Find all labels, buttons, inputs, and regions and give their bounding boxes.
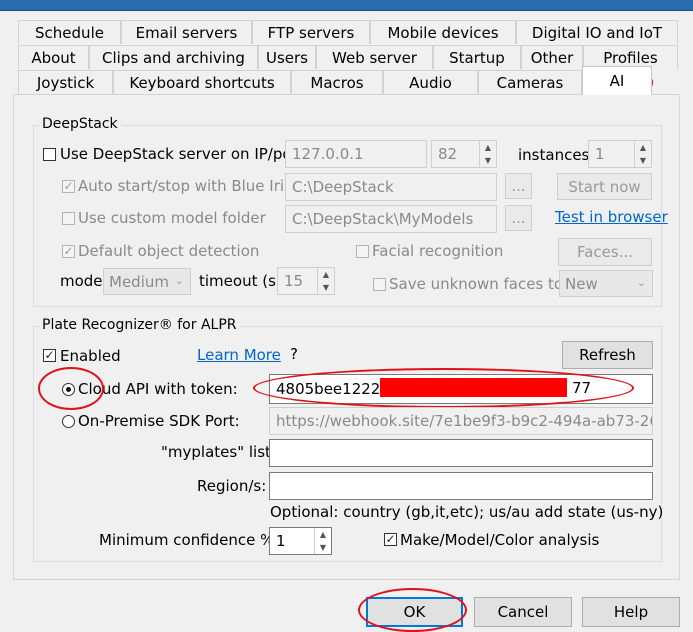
redaction-bar — [380, 378, 567, 397]
save-unknown-value: New — [565, 274, 598, 293]
browse-path-button[interactable]: ... — [505, 173, 532, 199]
enabled-label: Enabled — [60, 347, 121, 365]
tab-web-server[interactable]: Web server — [316, 45, 433, 69]
mode-label: mode — [60, 272, 103, 290]
deepstack-path-input[interactable]: C:\DeepStack — [285, 173, 497, 201]
refresh-button[interactable]: Refresh — [562, 341, 653, 369]
custom-model-checkbox[interactable] — [62, 212, 75, 225]
radio-selected-dot — [66, 387, 71, 392]
on-premise-label: On-Premise SDK Port: — [78, 412, 240, 430]
auto-start-label: Auto start/stop with Blue Iris: — [78, 177, 297, 195]
min-confidence-label: Minimum confidence %: — [99, 531, 280, 549]
deepstack-port-input[interactable]: 82 ▲ ▼ — [431, 140, 497, 168]
deepstack-legend: DeepStack — [39, 116, 121, 132]
tab-mobile-devices[interactable]: Mobile devices — [370, 20, 516, 44]
make-model-color-checkbox[interactable]: ✓ — [384, 533, 397, 546]
default-detection-label: Default object detection — [78, 242, 260, 260]
instances-value: 1 — [595, 145, 605, 163]
tab-other[interactable]: Other — [521, 45, 583, 69]
timeout-input[interactable]: 15 ▲ ▼ — [277, 267, 335, 295]
start-now-button[interactable]: Start now — [557, 173, 652, 200]
save-unknown-checkbox[interactable] — [373, 278, 386, 291]
tab-macros[interactable]: Macros — [291, 70, 383, 94]
spin-up-icon[interactable]: ▲ — [635, 141, 651, 154]
save-unknown-label: Save unknown faces to — [389, 275, 564, 293]
tab-about[interactable]: About — [18, 45, 89, 69]
help-button[interactable]: Help — [582, 597, 680, 627]
test-in-browser-link[interactable]: Test in browser — [555, 208, 668, 226]
spin-up-icon[interactable]: ▲ — [318, 268, 334, 281]
tab-joystick[interactable]: Joystick — [18, 70, 113, 94]
custom-model-label: Use custom model folder — [78, 209, 266, 227]
region-input[interactable] — [269, 472, 653, 500]
myplates-label: "myplates" list: — [161, 443, 276, 461]
faces-button[interactable]: Faces... — [558, 238, 652, 266]
deepstack-ip-input[interactable]: 127.0.0.1 — [285, 140, 427, 168]
spin-down-icon[interactable]: ▼ — [318, 281, 334, 294]
tab-email-servers[interactable]: Email servers — [121, 20, 252, 44]
chevron-down-icon: ⌄ — [636, 276, 646, 289]
ok-button[interactable]: OK — [366, 597, 463, 627]
mode-value: Medium — [109, 272, 169, 291]
use-deepstack-label: Use DeepStack server on IP/port: — [60, 145, 309, 163]
on-premise-radio[interactable] — [62, 415, 75, 428]
timeout-spinner[interactable]: ▲ ▼ — [317, 268, 334, 294]
spin-down-icon[interactable]: ▼ — [480, 154, 496, 167]
cancel-button[interactable]: Cancel — [474, 597, 572, 627]
title-bar — [0, 0, 693, 11]
tab-schedule[interactable]: Schedule — [18, 20, 121, 44]
plate-recognizer-legend: Plate Recognizer® for ALPR — [39, 317, 240, 333]
auto-start-checkbox[interactable]: ✓ — [62, 180, 75, 193]
min-confidence-input[interactable]: 1 ▲ ▼ — [269, 527, 332, 555]
tab-ftp-servers[interactable]: FTP servers — [252, 20, 370, 44]
timeout-label: timeout (s) — [199, 272, 282, 290]
tab-digital-io-iot[interactable]: Digital IO and IoT — [516, 20, 678, 44]
mode-select[interactable]: Medium ⌄ — [103, 268, 191, 295]
facial-recognition-checkbox[interactable] — [356, 245, 369, 258]
browse-model-button[interactable]: ... — [505, 205, 532, 231]
region-label: Region/s: — [197, 477, 267, 495]
help-question-mark[interactable]: ? — [290, 345, 298, 363]
learn-more-link[interactable]: Learn More — [197, 346, 281, 364]
tab-users[interactable]: Users — [258, 45, 316, 69]
tab-ai[interactable]: AI — [582, 66, 652, 95]
tab-keyboard-shortcuts[interactable]: Keyboard shortcuts — [113, 70, 291, 94]
save-unknown-select[interactable]: New ⌄ — [559, 270, 653, 297]
token-end: 77 — [572, 379, 592, 397]
chevron-down-icon: ⌄ — [174, 274, 184, 287]
min-confidence-spinner[interactable]: ▲ ▼ — [314, 528, 331, 554]
default-detection-checkbox[interactable]: ✓ — [62, 245, 75, 258]
port-spinner[interactable]: ▲ ▼ — [479, 141, 496, 167]
model-path-input[interactable]: C:\DeepStack\MyModels — [285, 205, 497, 233]
port-value: 82 — [438, 145, 458, 163]
spin-up-icon[interactable]: ▲ — [480, 141, 496, 154]
instances-label: instances: — [518, 146, 595, 164]
tab-audio[interactable]: Audio — [383, 70, 478, 94]
instances-spinner[interactable]: ▲ ▼ — [634, 141, 651, 167]
cloud-api-radio[interactable] — [62, 383, 75, 396]
cloud-api-label: Cloud API with token: — [78, 380, 238, 398]
tab-clips-archiving[interactable]: Clips and archiving — [89, 45, 258, 69]
tab-cameras[interactable]: Cameras — [478, 70, 582, 94]
spin-down-icon[interactable]: ▼ — [635, 154, 651, 167]
enabled-checkbox[interactable]: ✓ — [43, 349, 56, 362]
tab-startup[interactable]: Startup — [433, 45, 521, 69]
facial-recognition-label: Facial recognition — [372, 242, 504, 260]
spin-up-icon[interactable]: ▲ — [315, 528, 331, 541]
instances-input[interactable]: 1 ▲ ▼ — [588, 140, 652, 168]
spin-down-icon[interactable]: ▼ — [315, 541, 331, 554]
timeout-value: 15 — [284, 272, 304, 290]
make-model-color-label: Make/Model/Color analysis — [400, 531, 600, 549]
myplates-input[interactable] — [269, 439, 653, 467]
on-premise-port-input[interactable]: https://webhook.site/7e1be9f3-b9c2-494a-… — [269, 407, 653, 435]
use-deepstack-checkbox[interactable] — [43, 148, 56, 161]
min-confidence-value: 1 — [276, 532, 286, 550]
region-hint: Optional: country (gb,it,etc); us/au add… — [270, 503, 664, 521]
